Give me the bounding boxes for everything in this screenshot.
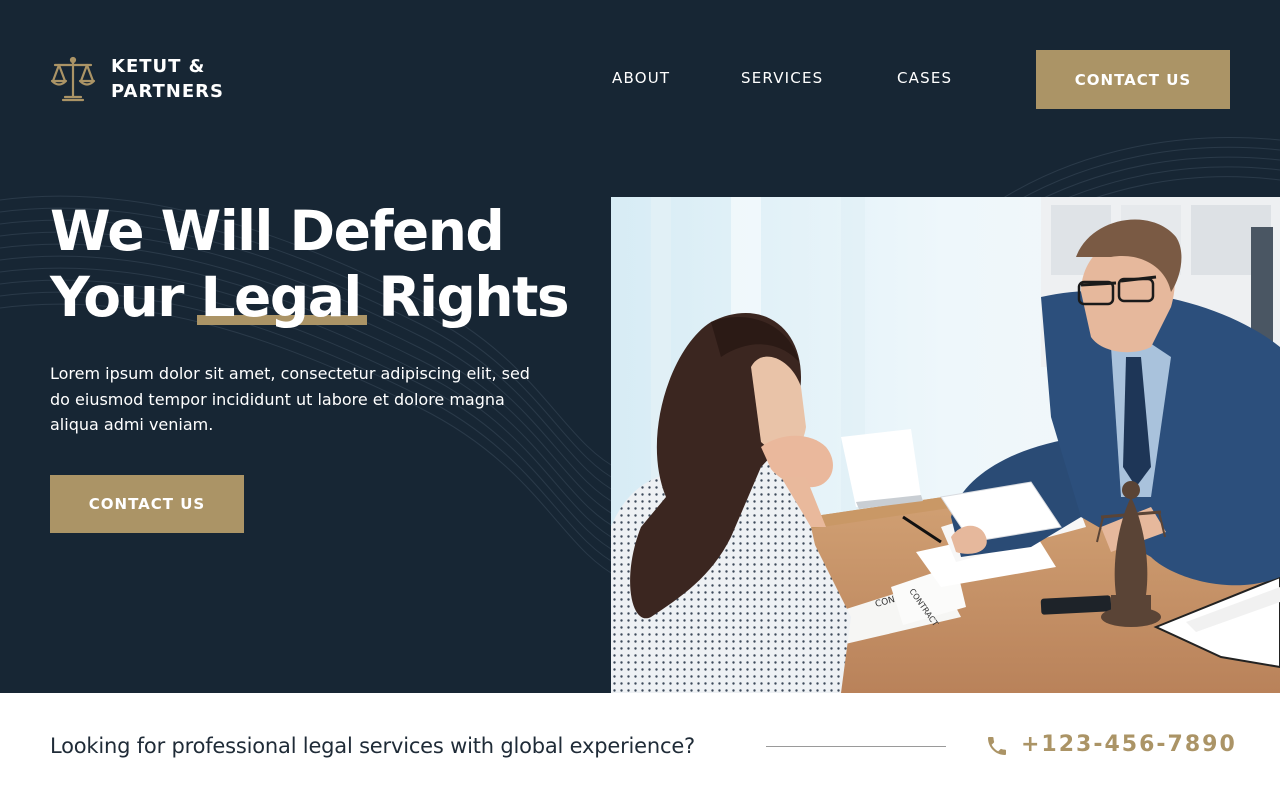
headline-word-your: Your: [50, 265, 201, 329]
hero-photo-lawyer-consultation: CONTRACT CONTRACT: [611, 197, 1280, 693]
hero-description: Lorem ipsum dolor sit amet, consectetur …: [50, 364, 530, 434]
nav-cases-link[interactable]: CASES: [897, 69, 952, 87]
hero-headline: We Will Defend Your Legal Rights: [50, 198, 610, 330]
phone-number-link[interactable]: +123-456-7890: [1021, 732, 1237, 757]
header-contact-button[interactable]: CONTACT US: [1036, 50, 1230, 109]
hero-section: KETUT & PARTNERS ABOUT SERVICES CASES CO…: [0, 0, 1280, 693]
contact-bar-tagline: Looking for professional legal services …: [50, 734, 695, 758]
nav-services-link[interactable]: SERVICES: [741, 69, 823, 87]
hero-contact-button[interactable]: CONTACT US: [50, 475, 244, 533]
headline-word-rights: Rights: [360, 265, 569, 329]
headline-highlight-word: Legal: [200, 265, 363, 329]
phone-icon: [988, 737, 1006, 755]
nav-about-link[interactable]: ABOUT: [612, 69, 670, 87]
headline-line-1: We Will Defend: [50, 199, 505, 263]
contact-bar-divider: [766, 746, 946, 747]
hero-photo-illustration: CONTRACT CONTRACT: [611, 197, 1280, 693]
headline-line-2: Your Legal Rights: [50, 264, 610, 330]
